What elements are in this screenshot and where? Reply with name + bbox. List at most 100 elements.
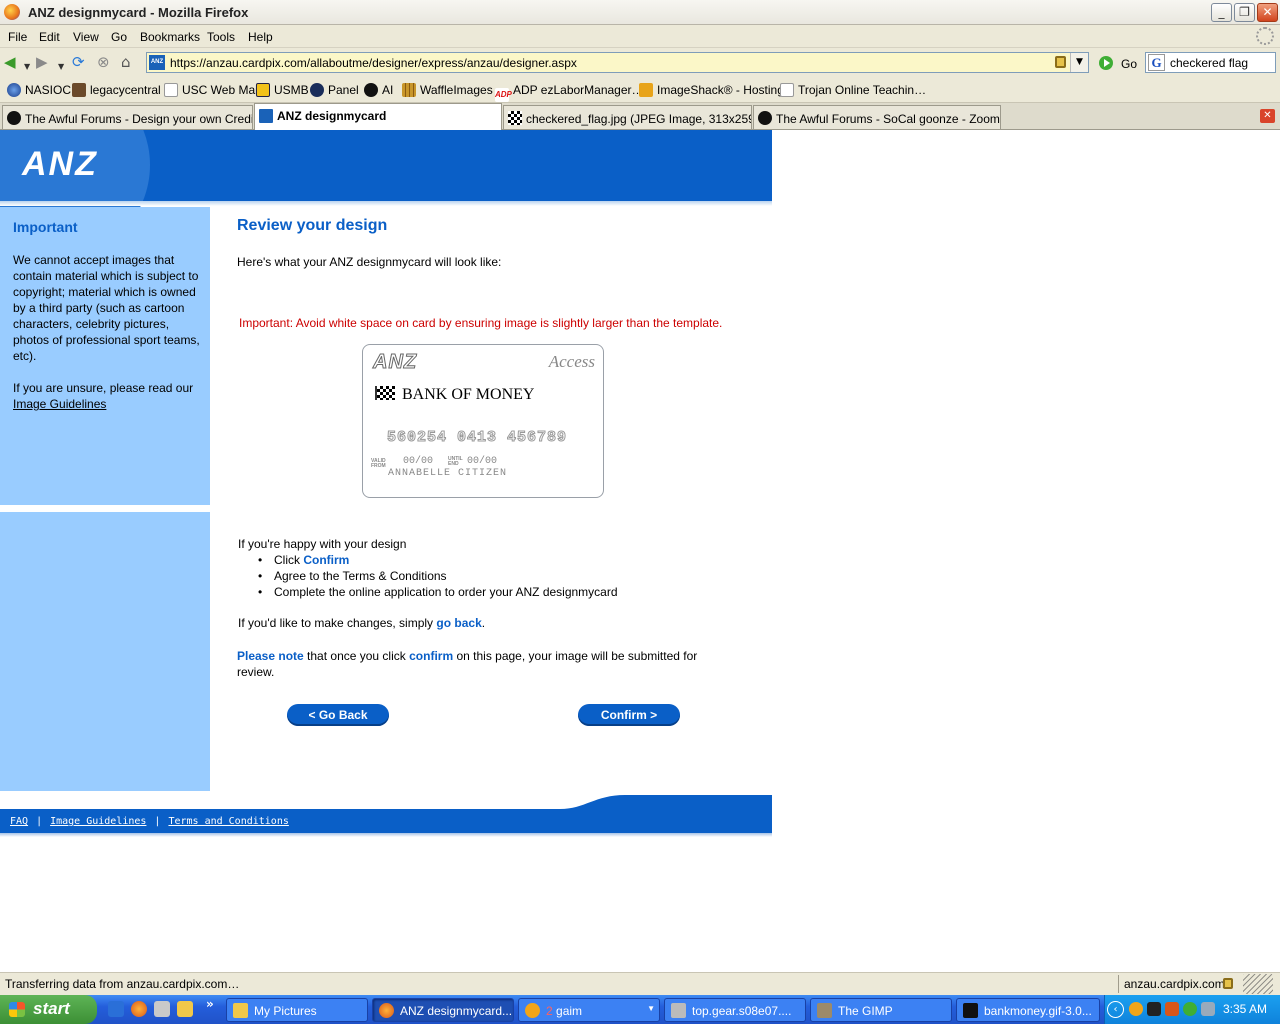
bookmark-label: NASIOC [25, 83, 72, 97]
bookmark-label: ADP ezLaborManager… [513, 83, 644, 97]
forward-history-dropdown-icon[interactable]: ▼ [58, 59, 64, 75]
calculator-quicklaunch-icon[interactable] [154, 1001, 170, 1017]
tab-awful-forums-credit[interactable]: The Awful Forums - Design your own Credi… [2, 105, 253, 129]
taskbar-item-bankmoney[interactable]: bankmoney.gif-3.0... [956, 998, 1100, 1022]
task-label: The GIMP [838, 1004, 893, 1018]
bookmarks-toolbar: NASIOC legacycentral USC Web Mail USMB P… [0, 78, 1280, 103]
bookmark-item[interactable]: ImageShack® - Hosting [639, 83, 784, 99]
taskbar-item-gimp[interactable]: The GIMP [810, 998, 952, 1022]
reload-icon[interactable]: ⟳ [72, 54, 85, 70]
go-arrow-icon[interactable] [1099, 56, 1113, 70]
bookmark-item[interactable]: NASIOC [7, 83, 71, 99]
status-divider [1118, 975, 1119, 993]
folder-quicklaunch-icon[interactable] [177, 1001, 193, 1017]
taskbar-item-my-pictures[interactable]: My Pictures [226, 998, 368, 1022]
bookmark-item[interactable]: ADPADP ezLaborManager… [495, 83, 644, 102]
windows-taskbar: start » My Pictures ANZ designmycard... … [0, 995, 1280, 1024]
gaim-tray-icon[interactable] [1129, 1002, 1143, 1016]
bookmark-item[interactable]: USMB [256, 83, 309, 99]
bookmark-item[interactable]: AI [364, 83, 393, 99]
firefox-icon [379, 1003, 394, 1018]
terms-link[interactable]: Terms and Conditions [168, 816, 288, 827]
checkered-flag-image [375, 386, 395, 400]
important-sidebar-panel: Important We cannot accept images that c… [0, 207, 210, 505]
app-tray-icon[interactable] [1147, 1002, 1161, 1016]
bookmark-item[interactable]: Panel [310, 83, 359, 99]
close-window-button[interactable]: ✕ [1257, 3, 1278, 22]
url-history-dropdown-icon[interactable]: ▼ [1070, 53, 1088, 72]
close-tab-icon[interactable]: ✕ [1260, 109, 1275, 123]
confirm-word: Confirm [303, 553, 350, 567]
go-back-link[interactable]: go back [436, 616, 481, 630]
menu-view[interactable]: View [73, 30, 99, 44]
tab-label: ANZ designmycard [277, 109, 387, 123]
stop-icon[interactable]: ⊗ [97, 54, 110, 70]
go-button[interactable]: Go [1121, 57, 1137, 71]
menu-tools[interactable]: Tools [207, 30, 235, 44]
taskbar-item-gaim[interactable]: 2 gaim ▼ [518, 998, 660, 1022]
imageshack-icon [639, 83, 653, 97]
secure-lock-icon[interactable] [1055, 56, 1066, 68]
back-history-dropdown-icon[interactable]: ▼ [24, 59, 30, 75]
minimize-button[interactable]: _ [1211, 3, 1232, 22]
intro-text: Here's what your ANZ designmycard will l… [237, 255, 502, 269]
back-arrow-icon[interactable]: ◀ [4, 54, 16, 70]
note-confirm-word: confirm [409, 649, 454, 663]
bookmark-item[interactable]: USC Web Mail [164, 83, 260, 99]
search-input[interactable]: checkered flag [1170, 56, 1248, 70]
home-icon[interactable]: ⌂ [121, 54, 131, 70]
menu-bookmarks[interactable]: Bookmarks [140, 30, 200, 44]
window-title-bar: ANZ designmycard - Mozilla Firefox _ ❐ ✕ [0, 0, 1280, 25]
url-bar[interactable]: ANZ https://anzau.cardpix.com/allaboutme… [146, 52, 1089, 73]
status-lock-icon[interactable] [1223, 978, 1233, 989]
taskbar-item-firefox[interactable]: ANZ designmycard... [372, 998, 514, 1022]
tray-collapse-icon[interactable]: ‹ [1107, 1001, 1124, 1018]
ie-quicklaunch-icon[interactable] [108, 1001, 124, 1017]
until-end-date: 00/00 [467, 456, 498, 467]
forward-arrow-icon[interactable]: ▶ [36, 54, 48, 70]
go-back-button[interactable]: < Go Back [287, 704, 389, 726]
network-tray-icon[interactable] [1183, 1002, 1197, 1016]
quicklaunch-more-icon[interactable]: » [206, 997, 214, 1011]
faq-link[interactable]: FAQ [10, 816, 28, 827]
window-title: ANZ designmycard - Mozilla Firefox [28, 5, 249, 20]
image-guidelines-link[interactable]: Image Guidelines [13, 397, 106, 411]
anz-favicon-icon: ANZ [149, 55, 165, 70]
firefox-quicklaunch-icon[interactable] [131, 1001, 147, 1017]
footer-image-guidelines-link[interactable]: Image Guidelines [50, 816, 146, 827]
group-dropdown-icon: ▼ [647, 1004, 655, 1013]
firefox-tray-icon[interactable] [1165, 1002, 1179, 1016]
menu-edit[interactable]: Edit [39, 30, 60, 44]
anz-favicon-icon [259, 109, 273, 123]
task-label: bankmoney.gif-3.0... [984, 1004, 1092, 1018]
google-search-icon[interactable]: G [1148, 54, 1165, 71]
tab-checkered-flag-image[interactable]: checkered_flag.jpg (JPEG Image, 313x259 … [503, 105, 752, 129]
page-title: Review your design [237, 217, 388, 234]
gaim-count: 2 [546, 1004, 553, 1018]
bookmark-item[interactable]: WaffleImages [402, 83, 493, 99]
restore-button[interactable]: ❐ [1234, 3, 1255, 22]
start-button[interactable]: start [0, 995, 97, 1024]
menu-file[interactable]: File [8, 30, 27, 44]
footer-separator: | [154, 816, 161, 827]
bookmark-label: ImageShack® - Hosting [657, 83, 784, 97]
taskbar-item-top-gear[interactable]: top.gear.s08e07.... [664, 998, 806, 1022]
resize-grip-icon[interactable] [1243, 974, 1273, 994]
menu-go[interactable]: Go [111, 30, 127, 44]
changes-suffix: . [481, 616, 486, 630]
volume-tray-icon[interactable] [1201, 1002, 1215, 1016]
menu-help[interactable]: Help [248, 30, 273, 44]
footer-wave [0, 795, 772, 833]
submission-note: Please note that once you click confirm … [237, 648, 727, 680]
bookmark-item[interactable]: Trojan Online Teachin… [780, 83, 926, 99]
valid-from-label: VALID FROM [371, 459, 386, 469]
tab-awful-forums-socal[interactable]: The Awful Forums - SoCal goonze - Zoom Z… [753, 105, 1001, 129]
bookmark-label: WaffleImages [420, 83, 493, 97]
anz-logo[interactable]: ANZ [22, 145, 98, 184]
tab-label: The Awful Forums - Design your own Credi… [25, 112, 253, 126]
bookmark-item[interactable]: legacycentral [72, 83, 161, 99]
confirm-button[interactable]: Confirm > [578, 704, 680, 726]
tab-anz-designmycard[interactable]: ANZ designmycard [254, 103, 502, 130]
search-box[interactable]: G checkered flag [1145, 52, 1276, 73]
url-text[interactable]: https://anzau.cardpix.com/allaboutme/des… [170, 56, 577, 70]
